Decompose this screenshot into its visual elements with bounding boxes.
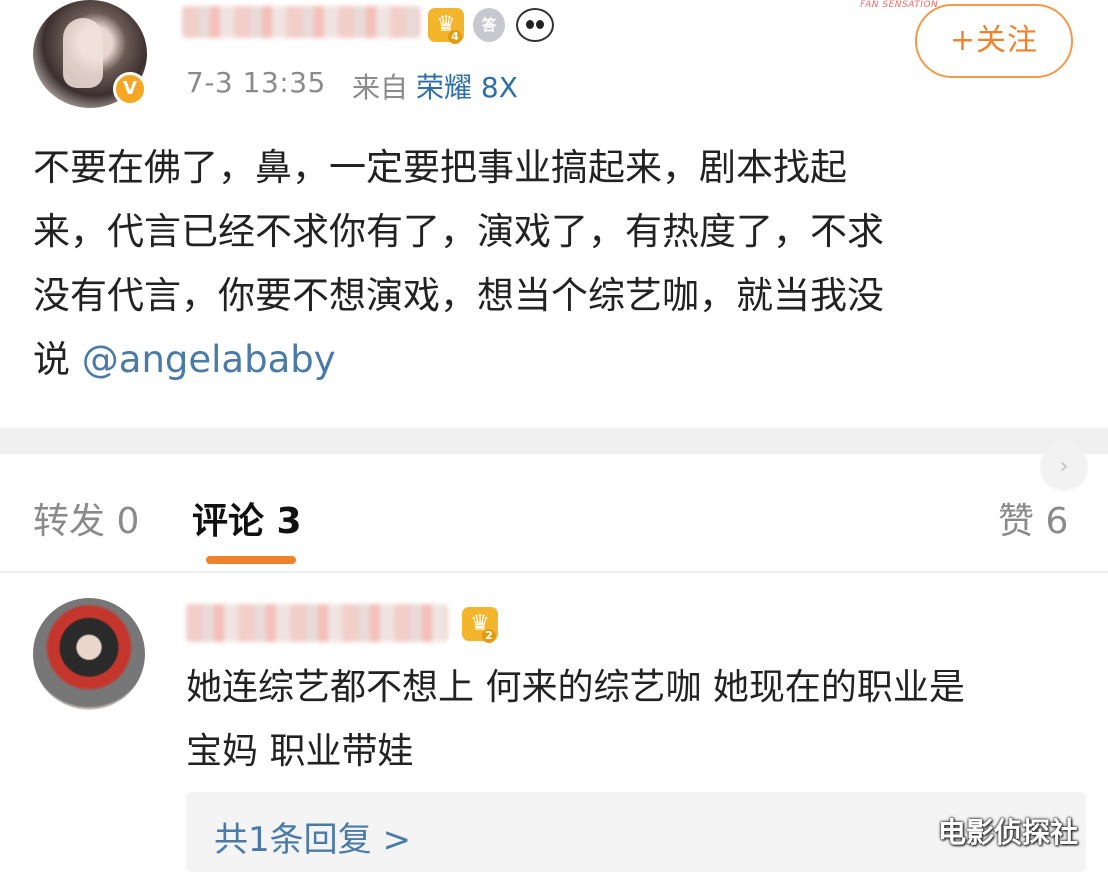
commenter-name-blurred[interactable]: [186, 604, 448, 642]
post-source-device[interactable]: 荣耀 8X: [416, 66, 518, 106]
post-source-label: 来自: [352, 71, 409, 104]
active-tab-indicator: [206, 556, 296, 564]
crown-level-number: 4: [448, 30, 462, 44]
post-content-line-last: 说 @angelababy: [33, 328, 1083, 392]
verified-v-icon: V: [113, 72, 147, 106]
comment-text: 她连综艺都不想上 何来的综艺咖 她现在的职业是 宝妈 职业带娃: [186, 656, 1086, 784]
panda-icon: [516, 8, 554, 42]
comment-text-line: 她连综艺都不想上 何来的综艺咖 她现在的职业是: [186, 667, 965, 708]
tabs-divider: [0, 571, 1108, 573]
crown-badge-icon: ♛ 4: [428, 8, 464, 44]
mention-link[interactable]: @angelababy: [82, 338, 336, 381]
post-timestamp: 7-3 13:35: [186, 66, 326, 99]
watermark: 电影侦探社: [938, 816, 1079, 849]
post-content-line: 不要在佛了，鼻，一定要把事业搞起来，剧本找起: [33, 146, 847, 189]
post-content-prefix: 说: [33, 338, 82, 381]
follow-button[interactable]: +关注: [915, 4, 1073, 78]
comment-text-line: 宝妈 职业带娃: [186, 731, 414, 772]
crown-badge-icon: ♛ 2: [462, 607, 498, 643]
crown-level-number: 2: [482, 629, 496, 643]
post-content-line: 没有代言，你要不想演戏，想当个综艺咖，就当我没: [33, 274, 884, 317]
medal-badge-icon: 答: [473, 8, 505, 42]
section-divider: [0, 428, 1108, 454]
post-author-name-blurred[interactable]: [182, 6, 420, 38]
commenter-avatar[interactable]: [33, 598, 145, 710]
tab-reposts[interactable]: 转发 0: [33, 492, 139, 544]
tab-likes[interactable]: 赞 6: [998, 492, 1068, 544]
post-content: 不要在佛了，鼻，一定要把事业搞起来，剧本找起 来，代言已经不求你有了，演戏了，有…: [33, 136, 1083, 392]
tab-comments[interactable]: 评论 3: [192, 492, 302, 544]
view-replies-link[interactable]: 共1条回复 >: [214, 812, 411, 861]
chevron-right-icon[interactable]: ›: [1040, 443, 1088, 491]
post-content-line: 来，代言已经不求你有了，演戏了，有热度了，不求: [33, 210, 884, 253]
